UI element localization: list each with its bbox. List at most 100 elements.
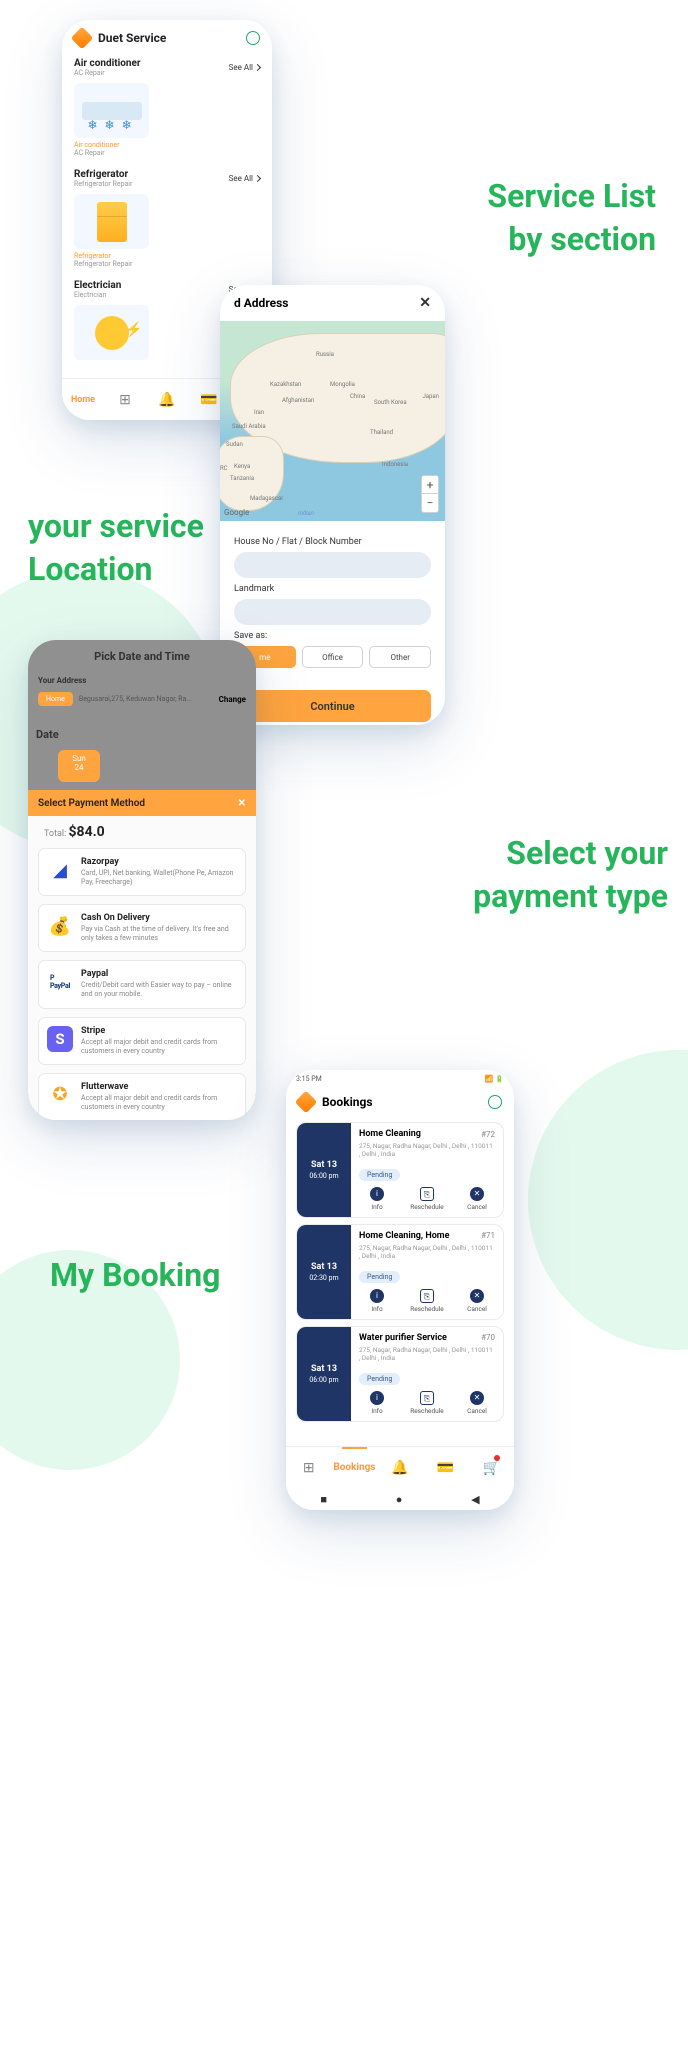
info-icon: i [370, 1187, 384, 1201]
payment-flutterwave[interactable]: ✪FlutterwaveAccept all major debit and c… [38, 1073, 246, 1120]
address-text: Begusarai,275, Keduwan Nagar, Ra... [79, 695, 213, 703]
android-nav-bar: ■ ● ◀ [286, 1488, 514, 1510]
address-label: Your Address [38, 676, 86, 685]
info-icon: i [370, 1289, 384, 1303]
address-chip: Home [38, 692, 73, 706]
chevron-right-icon [254, 64, 261, 71]
payment-sheet: Select Payment Method ✕ Total: $84.0 ◢Ra… [28, 790, 256, 1120]
section-subtitle: AC Repair [74, 69, 141, 77]
annotation-4: My Booking [50, 1254, 220, 1297]
see-all-link[interactable]: See All [229, 63, 260, 72]
payment-razorpay[interactable]: ◢RazorpayCard, UPI, Net banking, Wallet(… [38, 848, 246, 896]
reschedule-button[interactable]: ⎘Reschedule [409, 1289, 445, 1313]
device-payment: Pick Date and Time Your Address Home Beg… [28, 640, 256, 1120]
razorpay-icon: ◢ [47, 857, 73, 883]
zoom-out-button[interactable]: − [422, 494, 438, 512]
nav-notifications[interactable]: 🔔 [377, 1447, 423, 1488]
payment-stripe[interactable]: SStripeAccept all major debit and credit… [38, 1017, 246, 1065]
calendar-icon: ⎘ [420, 1289, 434, 1303]
info-button[interactable]: iInfo [359, 1289, 395, 1313]
nav-home[interactable]: Home [62, 379, 104, 420]
close-icon[interactable]: ✕ [419, 295, 431, 311]
cart-icon: 🛒 [482, 1460, 499, 1476]
nav-calendar[interactable]: ⊞ [104, 379, 146, 420]
booking-card[interactable]: Sat 1306:00 pm Home Cleaning#72 275, Nag… [296, 1122, 504, 1218]
globe-icon[interactable] [488, 1095, 502, 1109]
bell-icon: 🔔 [158, 392, 175, 408]
booking-card[interactable]: Sat 1306:00 pm Water purifier Service#70… [296, 1326, 504, 1422]
page-title: d Address [234, 296, 288, 310]
cancel-button[interactable]: ✕Cancel [459, 1187, 495, 1211]
fridge-icon [97, 202, 127, 242]
cancel-icon: ✕ [470, 1391, 484, 1405]
status-badge: Pending [359, 1169, 400, 1181]
bell-icon: 🔔 [391, 1460, 408, 1476]
service-card[interactable]: ❄ ❄ ❄ Air conditioner AC Repair [74, 83, 149, 157]
electrician-icon [95, 316, 129, 350]
saveas-office[interactable]: Office [302, 646, 364, 668]
nav-notifications[interactable]: 🔔 [146, 379, 188, 420]
google-logo: Google [224, 508, 249, 517]
continue-button[interactable]: Continue [234, 690, 431, 722]
reschedule-button[interactable]: ⎘Reschedule [409, 1187, 445, 1211]
section-title: Air conditioner [74, 58, 141, 69]
calendar-icon: ⎘ [420, 1391, 434, 1405]
date-label: Date [36, 728, 59, 741]
house-input[interactable] [234, 552, 431, 578]
back-button[interactable]: ◀ [471, 1493, 479, 1506]
ac-icon: ❄ ❄ ❄ [82, 102, 142, 120]
bottom-nav: ⊞ Bookings 🔔 💳 🛒 [286, 1446, 514, 1488]
section-subtitle: Electrician [74, 291, 121, 299]
reschedule-button[interactable]: ⎘Reschedule [409, 1391, 445, 1415]
status-badge: Pending [359, 1271, 400, 1283]
paypal-icon: PPayPal [47, 969, 73, 995]
cancel-icon: ✕ [470, 1187, 484, 1201]
annotation-2: your serviceLocation [28, 505, 204, 591]
section-title: Refrigerator [74, 169, 132, 180]
stripe-icon: S [47, 1026, 73, 1052]
house-label: House No / Flat / Block Number [234, 537, 431, 547]
app-logo [295, 1091, 318, 1114]
wallet-icon: 💳 [437, 1460, 454, 1476]
app-title: Duet Service [98, 31, 238, 45]
landmark-input[interactable] [234, 599, 431, 625]
globe-icon[interactable] [246, 31, 260, 45]
nav-bookings[interactable]: Bookings [332, 1447, 378, 1488]
annotation-3: Select yourpayment type [473, 832, 668, 918]
booking-card[interactable]: Sat 1302:30 pm Home Cleaning, Home#71 27… [296, 1224, 504, 1320]
flutterwave-icon: ✪ [47, 1082, 73, 1108]
service-card[interactable] [74, 305, 149, 360]
home-button[interactable]: ● [396, 1493, 403, 1506]
status-bar: 3:15 PM📶 🔋 [286, 1070, 514, 1088]
device-bookings: 3:15 PM📶 🔋 Bookings Sat 1306:00 pm Home … [286, 1070, 514, 1510]
recent-apps-button[interactable]: ■ [320, 1493, 327, 1506]
close-icon[interactable]: ✕ [238, 798, 246, 809]
map[interactable]: Russia Kazakhstan Mongolia Iran Afghanis… [220, 321, 445, 521]
change-link[interactable]: Change [219, 695, 246, 704]
info-button[interactable]: iInfo [359, 1391, 395, 1415]
nav-cart[interactable]: 🛒 [468, 1447, 514, 1488]
zoom-control: + − [421, 475, 439, 513]
section-subtitle: Refrigerator Repair [74, 180, 132, 188]
see-all-link[interactable]: See All [229, 174, 260, 183]
nav-home[interactable]: ⊞ [286, 1447, 332, 1488]
service-card[interactable]: Refrigerator Refrigerator Repair [74, 194, 149, 268]
date-card[interactable]: Sun24 [58, 750, 100, 782]
zoom-in-button[interactable]: + [422, 476, 438, 494]
cart-badge [494, 1455, 500, 1461]
landmark-label: Landmark [234, 584, 431, 594]
page-title: Bookings [322, 1095, 480, 1109]
cancel-button[interactable]: ✕Cancel [459, 1289, 495, 1313]
cancel-button[interactable]: ✕Cancel [459, 1391, 495, 1415]
nav-wallet[interactable]: 💳 [423, 1447, 469, 1488]
sheet-title: Select Payment Method [38, 798, 145, 809]
saveas-label: Save as: [234, 631, 431, 641]
section-title: Electrician [74, 280, 121, 291]
payment-cod[interactable]: 💰Cash On DeliveryPay via Cash at the tim… [38, 904, 246, 952]
info-button[interactable]: iInfo [359, 1187, 395, 1211]
annotation-1: Service Listby section [487, 175, 656, 261]
calendar-icon: ⊞ [119, 392, 131, 408]
saveas-other[interactable]: Other [369, 646, 431, 668]
cancel-icon: ✕ [470, 1289, 484, 1303]
payment-paypal[interactable]: PPayPalPaypalCredit/Debit card with Easi… [38, 960, 246, 1008]
